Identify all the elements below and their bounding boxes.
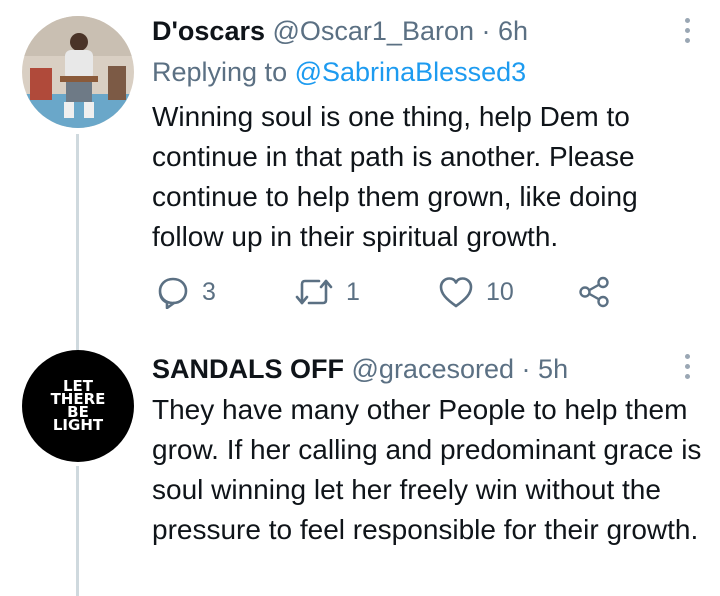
tweet[interactable]: LET THERE BE LIGHT SANDALS OFF @gracesored … <box>0 336 720 596</box>
avatar[interactable] <box>22 16 134 128</box>
retweet-button[interactable]: 1 <box>294 272 360 312</box>
more-vertical-icon[interactable] <box>682 354 692 384</box>
tweet-actions: 3 1 10 <box>156 272 636 312</box>
like-count: 10 <box>486 277 514 306</box>
tweet[interactable]: D'oscars @Oscar1_Baron · 6h Replying to … <box>0 0 720 350</box>
avatar-logo: LET THERE BE LIGHT <box>50 377 106 434</box>
like-button[interactable]: 10 <box>438 272 514 312</box>
heart-icon <box>439 277 473 308</box>
replying-to: Replying to @SabrinaBlessed3 <box>152 54 526 90</box>
avatar[interactable]: LET THERE BE LIGHT <box>22 350 134 462</box>
timestamp[interactable]: 5h <box>538 354 568 384</box>
thread-line <box>76 134 79 350</box>
reply-icon <box>158 277 188 309</box>
separator: · <box>521 354 531 384</box>
reply-button[interactable]: 3 <box>156 272 216 312</box>
retweet-count: 1 <box>346 277 360 306</box>
display-name[interactable]: D'oscars <box>152 16 265 46</box>
share-button[interactable] <box>578 272 610 312</box>
separator: · <box>481 16 491 46</box>
share-icon <box>579 276 609 308</box>
avatar-photo <box>22 16 134 128</box>
retweet-icon <box>295 279 333 305</box>
mention-link[interactable]: @SabrinaBlessed3 <box>295 57 527 87</box>
tweet-header: SANDALS OFF @gracesored · 5h <box>152 352 568 386</box>
replying-prefix: Replying to <box>152 57 288 87</box>
tweet-text: They have many other People to help them… <box>152 394 702 545</box>
user-handle[interactable]: @gracesored <box>352 354 515 384</box>
thread-line <box>76 466 79 596</box>
user-handle[interactable]: @Oscar1_Baron <box>273 16 475 46</box>
more-vertical-icon[interactable] <box>682 18 692 48</box>
display-name[interactable]: SANDALS OFF <box>152 354 344 384</box>
tweet-header: D'oscars @Oscar1_Baron · 6h <box>152 14 528 48</box>
tweet-text: Winning soul is one thing, help Dem to c… <box>152 101 638 252</box>
reply-count: 3 <box>202 277 216 306</box>
timestamp[interactable]: 6h <box>498 16 528 46</box>
